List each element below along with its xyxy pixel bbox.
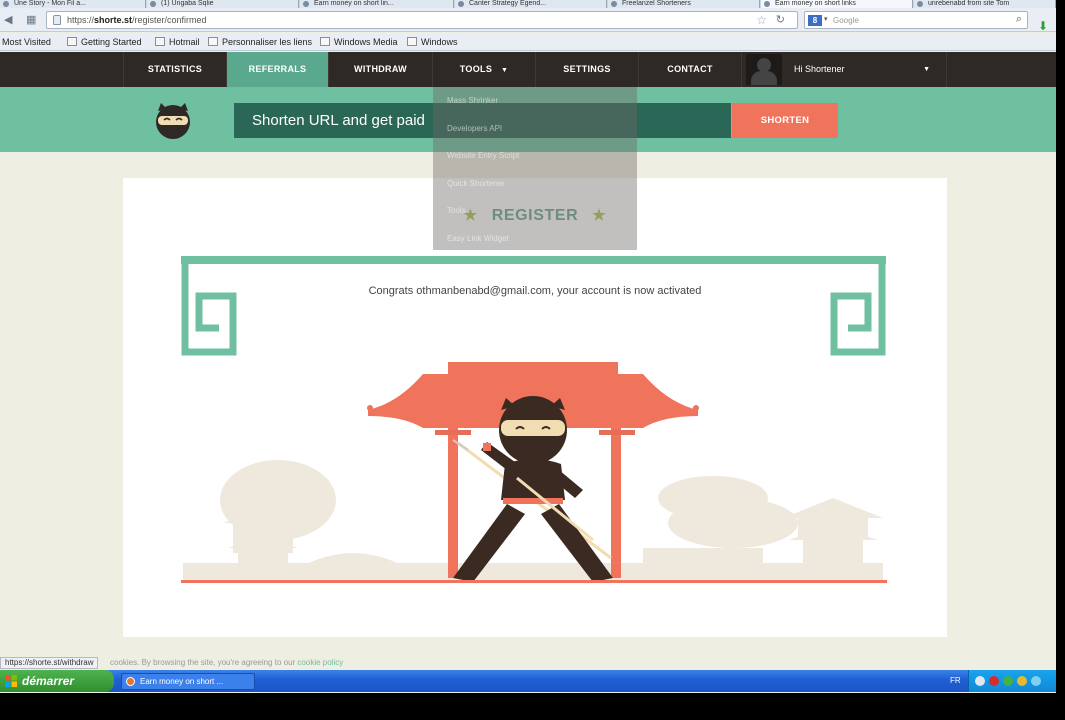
bookmark-star-icon[interactable]: ☆ — [756, 13, 767, 27]
tab-favicon-icon — [303, 1, 309, 7]
tab-favicon-icon — [458, 1, 464, 7]
tab-favicon-icon — [764, 1, 770, 7]
screen: Une Story - Mon Fil a... (1) Ungaba Sqli… — [0, 0, 1056, 693]
tab-label: (1) Ungaba Sqlie — [161, 0, 214, 7]
bookmarks-bar: Most Visited Getting Started Hotmail Per… — [0, 33, 1056, 51]
browser-tab-active[interactable]: Earn money on short links — [761, 0, 913, 8]
address-bar[interactable]: https://shorte.st/register/confirmed ☆ ↻ — [46, 11, 798, 29]
folder-icon — [320, 37, 330, 46]
bookmark-personnaliser[interactable]: Personnaliser les liens — [208, 37, 312, 47]
status-bar-url: https://shorte.st/withdraw — [0, 657, 99, 669]
tab-label: Earn money on short lin... — [314, 0, 394, 7]
browser-tab-strip: Une Story - Mon Fil a... (1) Ungaba Sqli… — [0, 0, 1056, 8]
update-icon[interactable] — [1003, 676, 1013, 686]
tab-label: Freelanzel Shorteners — [622, 0, 691, 7]
security-icon[interactable] — [989, 676, 999, 686]
folder-icon — [67, 37, 77, 46]
tab-label: unrebenabd from site Tom — [928, 0, 1010, 7]
shorten-button[interactable]: SHORTEN — [732, 103, 838, 138]
tab-label: Earn money on short links — [775, 0, 856, 7]
volume-icon[interactable] — [1031, 676, 1041, 686]
system-tray — [968, 670, 1056, 692]
nav-tools[interactable]: TOOLS ▼ — [432, 52, 535, 87]
tools-menu-item[interactable]: Developers API — [447, 124, 502, 133]
folder-icon — [407, 37, 417, 46]
tab-favicon-icon — [150, 1, 156, 7]
windows-taskbar: démarrer Earn money on short ... FR — [0, 670, 1056, 692]
tools-dropdown: Mass Shrinker Developers API Website Ent… — [433, 87, 637, 250]
tools-menu-item[interactable]: Tools — [447, 206, 466, 215]
tab-favicon-icon — [3, 1, 9, 7]
ground-line — [181, 580, 887, 583]
nav-contact[interactable]: CONTACT — [638, 52, 741, 87]
taskbar-task-label: Earn money on short ... — [140, 677, 224, 686]
nav-withdraw[interactable]: WITHDRAW — [328, 52, 432, 87]
start-button[interactable]: démarrer — [0, 670, 114, 692]
frame-top-bar — [181, 256, 886, 264]
nav-statistics[interactable]: STATISTICS — [123, 52, 226, 87]
engine-dropdown-icon[interactable]: ▾ — [824, 15, 828, 23]
tools-menu-item[interactable]: Website Entry Script — [447, 151, 519, 160]
chevron-down-icon: ▼ — [923, 66, 930, 73]
address-url: https://shorte.st/register/confirmed — [67, 15, 207, 25]
browser-tab[interactable]: (1) Ungaba Sqlie — [147, 0, 299, 8]
back-arrow-icon[interactable]: ◀ — [4, 14, 12, 26]
user-greeting: Hi Shortener — [794, 64, 845, 74]
folder-icon — [155, 37, 165, 46]
bookmark-most-visited[interactable]: Most Visited — [2, 37, 51, 47]
search-placeholder: Google — [833, 16, 859, 25]
bookmark-getting-started[interactable]: Getting Started — [67, 37, 142, 47]
browser-tab[interactable]: Earn money on short lin... — [300, 0, 454, 8]
chevron-down-icon: ▼ — [500, 67, 509, 74]
search-magnifier-icon[interactable]: ⌕ — [1016, 13, 1022, 26]
tab-label: Une Story - Mon Fil a... — [14, 0, 86, 7]
user-menu[interactable]: Hi Shortener ▼ — [741, 52, 947, 87]
avatar — [746, 54, 782, 85]
start-label: démarrer — [22, 674, 75, 688]
cookie-text: cookies. By browsing the site, you're ag… — [110, 658, 296, 667]
search-bar[interactable]: 8 ▾ Google ⌕ — [804, 11, 1028, 29]
tab-favicon-icon — [917, 1, 923, 7]
tools-menu-item[interactable]: Mass Shrinker — [447, 96, 498, 105]
google-logo-icon[interactable]: 8 — [808, 15, 822, 26]
browser-tab[interactable]: unrebenabd from site Tom — [914, 0, 1056, 8]
cookie-notice: cookies. By browsing the site, you're ag… — [110, 658, 343, 667]
language-indicator[interactable]: FR — [950, 676, 961, 685]
notification-icon[interactable] — [1017, 676, 1027, 686]
browser-tab[interactable]: Une Story - Mon Fil a... — [0, 0, 146, 8]
refresh-icon[interactable]: ↻ — [776, 13, 785, 26]
tools-menu-item[interactable]: Quick Shortener — [447, 179, 505, 188]
nav-settings[interactable]: SETTINGS — [535, 52, 638, 87]
browser-nav-bar: ◀ ▦ https://shorte.st/register/confirmed… — [0, 8, 1056, 33]
network-icon[interactable] — [975, 676, 985, 686]
bookmark-windows[interactable]: Windows — [407, 37, 458, 47]
tab-label: Canter Strategy Egend... — [469, 0, 547, 7]
nav-tools-label: TOOLS — [459, 64, 493, 74]
cookie-policy-link[interactable]: cookie policy — [297, 658, 343, 667]
site-nav: STATISTICS REFERRALS WITHDRAW TOOLS ▼ SE… — [0, 52, 1056, 87]
browser-tab[interactable]: Canter Strategy Egend... — [455, 0, 607, 8]
tab-favicon-icon — [611, 1, 617, 7]
folder-icon — [208, 37, 218, 46]
nav-referrals[interactable]: REFERRALS — [226, 52, 328, 87]
download-arrow-icon[interactable]: ⬇ — [1038, 19, 1048, 33]
frame-left-meander — [181, 260, 237, 356]
bookmark-hotmail[interactable]: Hotmail — [155, 37, 200, 47]
activation-message: Congrats othmanbenabd@gmail.com, your ac… — [368, 285, 702, 297]
taskbar-firefox-window[interactable]: Earn money on short ... — [121, 673, 255, 690]
frame-right-meander — [830, 260, 886, 356]
ninja-logo-icon[interactable] — [152, 102, 194, 140]
bookmark-windows-media[interactable]: Windows Media — [320, 37, 398, 47]
firefox-icon — [126, 677, 135, 686]
browser-tab[interactable]: Freelanzel Shorteners — [608, 0, 760, 8]
lock-icon — [53, 15, 61, 25]
windows-flag-icon — [5, 675, 17, 687]
tools-menu-item[interactable]: Easy Link Widget — [447, 234, 509, 243]
site-identity-icon[interactable]: ▦ — [26, 14, 36, 26]
